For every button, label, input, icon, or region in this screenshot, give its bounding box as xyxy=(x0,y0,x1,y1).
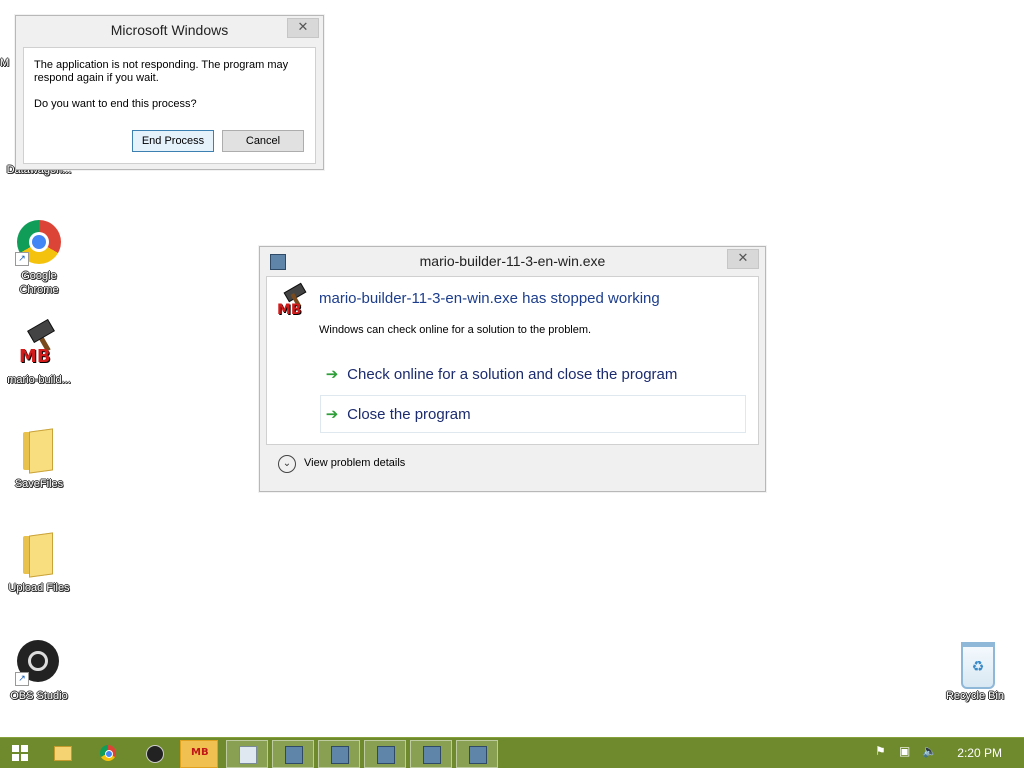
mario-builder-taskbar[interactable]: MB xyxy=(180,740,218,768)
close-button[interactable]: ✕ xyxy=(287,18,319,38)
desktop-icon-obs-studio[interactable]: ↗ OBS Studio xyxy=(0,638,78,703)
dialog-body: The application is not responding. The p… xyxy=(23,47,316,164)
option-label: Check online for a solution and close th… xyxy=(347,366,678,383)
dialog-title: mario-builder-11-3-en-win.exe xyxy=(419,253,606,269)
dialog-message: The application is not responding. The p… xyxy=(34,59,289,84)
dialog-title: Microsoft Windows xyxy=(110,22,229,38)
recycle-bin-icon: ♻ xyxy=(951,638,999,689)
taskbar-window[interactable] xyxy=(226,740,268,768)
desktop-icon-upload-files[interactable]: Upload Files xyxy=(0,530,78,595)
desktop-icon-savefiles[interactable]: SaveFiles xyxy=(0,426,78,491)
network-icon[interactable]: ▣ xyxy=(899,744,910,758)
taskbar-window[interactable] xyxy=(410,740,452,768)
dialog-titlebar[interactable]: Microsoft Windows ✕ xyxy=(16,16,323,44)
dialog-titlebar[interactable]: mario-builder-11-3-en-win.exe ✕ xyxy=(260,247,765,275)
folder-icon xyxy=(54,746,72,761)
green-arrow-icon: ➔ xyxy=(325,406,339,423)
mario-builder-icon: MB xyxy=(191,747,209,758)
dialog-body: MB mario-builder-11-3-en-win.exe has sto… xyxy=(266,276,759,445)
action-center-flag-icon[interactable]: ⚑ xyxy=(875,744,886,758)
start-button[interactable] xyxy=(6,740,34,766)
file-explorer-pin[interactable] xyxy=(44,740,80,766)
folder-icon xyxy=(15,426,63,474)
desktop-icon-label: Google Chrome xyxy=(19,270,59,296)
taskbar-window[interactable] xyxy=(364,740,406,768)
desktop-icon-label: SaveFiles xyxy=(14,478,64,490)
check-online-option[interactable]: ➔ Check online for a solution and close … xyxy=(321,356,747,394)
shortcut-arrow-icon: ↗ xyxy=(15,672,29,686)
desktop-icon-label: OBS Studio xyxy=(10,690,68,702)
option-label: Close the program xyxy=(347,406,471,423)
app-icon xyxy=(377,746,395,764)
crash-dialog: mario-builder-11-3-en-win.exe ✕ MB mario… xyxy=(259,246,766,492)
app-icon xyxy=(285,746,303,764)
taskbar-window[interactable] xyxy=(272,740,314,768)
end-process-button[interactable]: End Process xyxy=(132,130,214,152)
view-details-toggle[interactable]: ⌄ View problem details xyxy=(278,454,478,474)
volume-icon[interactable]: 🔈 xyxy=(922,744,937,758)
mario-builder-icon: MB xyxy=(15,318,63,370)
obs-pin[interactable] xyxy=(136,740,172,766)
chrome-icon: ↗ xyxy=(15,218,63,266)
taskbar-window[interactable] xyxy=(456,740,498,768)
taskbar: MB ⚑ ▣ 🔈 2:20 PM xyxy=(0,737,1024,768)
taskbar-window[interactable] xyxy=(318,740,360,768)
shortcut-arrow-icon: ↗ xyxy=(15,252,29,266)
folder-icon xyxy=(15,530,63,578)
view-details-label: View problem details xyxy=(304,457,406,469)
obs-icon xyxy=(146,745,164,763)
close-button[interactable]: ✕ xyxy=(727,249,759,269)
chevron-down-icon: ⌄ xyxy=(278,455,296,473)
green-arrow-icon: ➔ xyxy=(325,366,339,383)
desktop-icon-label: Recycle Bin xyxy=(945,690,1005,702)
cancel-button[interactable]: Cancel xyxy=(222,130,304,152)
desktop-icon-label: mario-build... xyxy=(7,374,71,386)
desktop-icon-mario-builder[interactable]: MB mario-build... xyxy=(0,318,78,387)
app-icon xyxy=(331,746,349,764)
dialog-question: Do you want to end this process? xyxy=(34,98,197,110)
obs-icon: ↗ xyxy=(15,638,63,686)
windows-logo-icon xyxy=(12,745,28,761)
desktop-icon-google-chrome[interactable]: ↗ Google Chrome xyxy=(0,218,78,297)
app-icon xyxy=(423,746,441,764)
taskbar-clock[interactable]: 2:20 PM xyxy=(957,746,1002,760)
not-responding-dialog: Microsoft Windows ✕ The application is n… xyxy=(15,15,324,170)
crash-heading: mario-builder-11-3-en-win.exe has stoppe… xyxy=(319,290,660,307)
crash-subtext: Windows can check online for a solution … xyxy=(319,324,592,336)
window-icon xyxy=(239,746,257,764)
desktop-icon-recycle-bin[interactable]: ♻ Recycle Bin xyxy=(936,638,1014,703)
mario-builder-icon: MB xyxy=(275,282,311,321)
desktop-icon-label: Upload Files xyxy=(8,582,70,594)
chrome-pin[interactable] xyxy=(90,740,126,766)
app-icon xyxy=(469,746,487,764)
close-program-option[interactable]: ➔ Close the program xyxy=(320,395,746,433)
